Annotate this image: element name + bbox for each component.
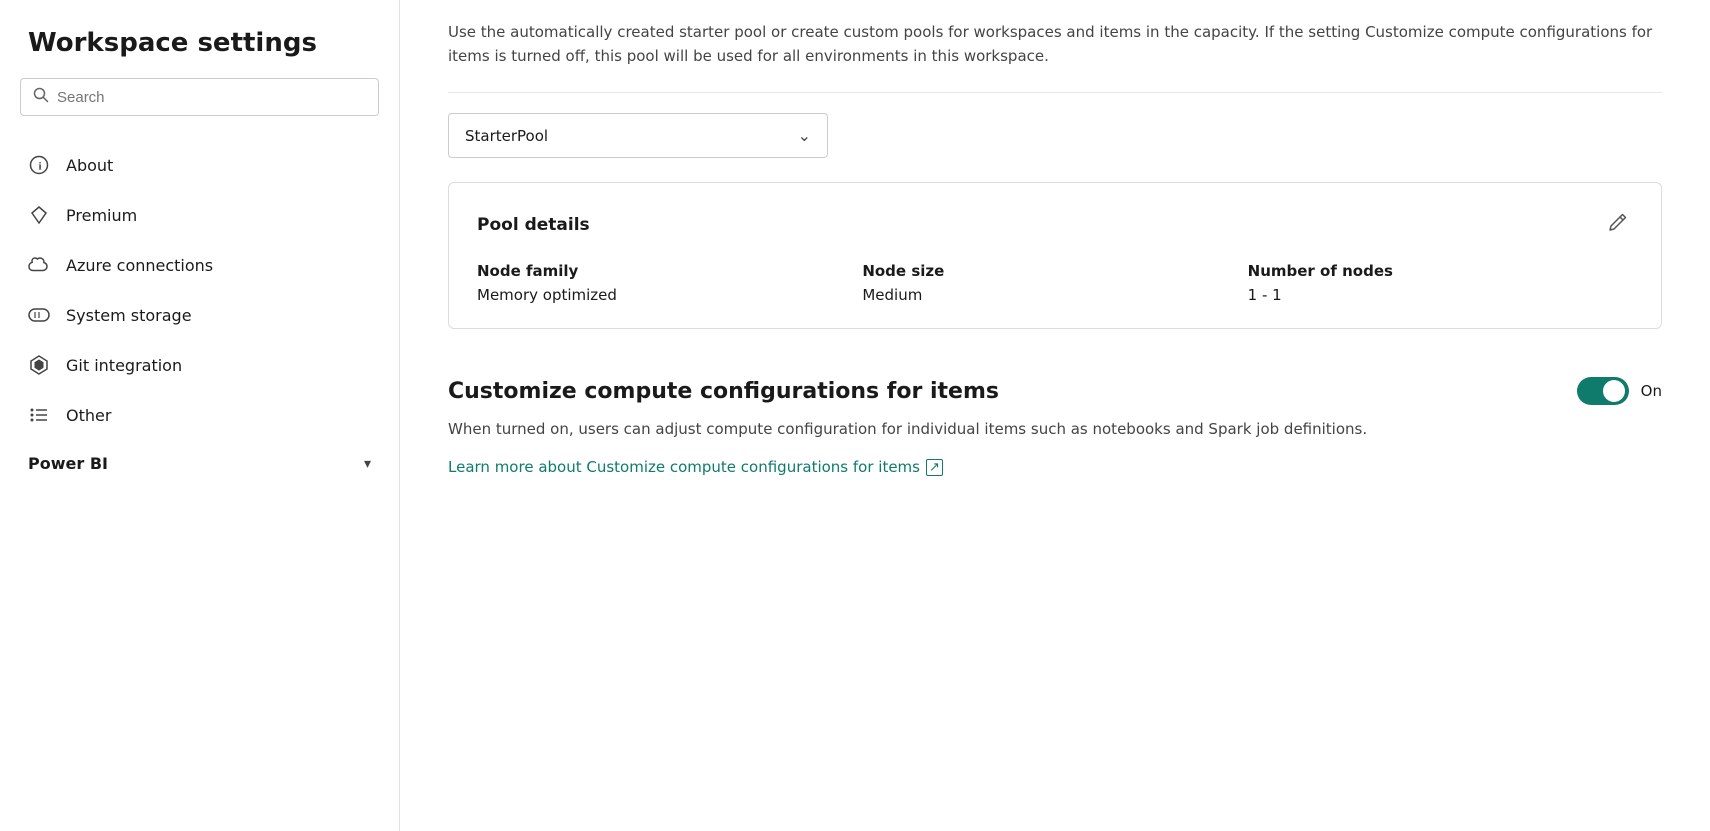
pool-dropdown-chevron-icon: ⌄ [798, 126, 811, 145]
sidebar-item-azure-connections[interactable]: Azure connections [0, 240, 399, 290]
toggle-switch[interactable] [1577, 377, 1629, 405]
pool-detail-node-family: Node family Memory optimized [477, 262, 862, 304]
sidebar-item-other[interactable]: Other [0, 390, 399, 440]
storage-icon [28, 304, 50, 326]
pool-detail-number-of-nodes: Number of nodes 1 - 1 [1248, 262, 1633, 304]
pool-detail-node-family-label: Node family [477, 262, 862, 280]
other-icon [28, 404, 50, 426]
external-link-icon: ↗ [926, 459, 943, 476]
svg-text:i: i [39, 161, 42, 173]
pool-selector-row: StarterPool ⌄ [448, 113, 1662, 158]
pool-detail-node-family-value: Memory optimized [477, 286, 862, 304]
customize-description: When turned on, users can adjust compute… [448, 417, 1662, 441]
search-box[interactable] [20, 78, 379, 116]
git-icon [28, 354, 50, 376]
sidebar-item-git-integration-label: Git integration [66, 356, 182, 375]
pool-detail-node-size-label: Node size [862, 262, 1247, 280]
sidebar-item-system-storage-label: System storage [66, 306, 192, 325]
pool-detail-node-size: Node size Medium [862, 262, 1247, 304]
learn-more-link[interactable]: Learn more about Customize compute confi… [448, 458, 943, 476]
toggle-row: On [1577, 377, 1662, 405]
sidebar: Workspace settings i About [0, 0, 400, 831]
search-input[interactable] [57, 89, 366, 106]
customize-title: Customize compute configurations for ite… [448, 379, 999, 404]
chevron-down-icon: ▾ [364, 456, 371, 472]
sidebar-item-about[interactable]: i About [0, 140, 399, 190]
sidebar-item-azure-connections-label: Azure connections [66, 256, 213, 275]
info-icon: i [28, 154, 50, 176]
customize-section: Customize compute configurations for ite… [448, 369, 1662, 476]
sidebar-item-system-storage[interactable]: System storage [0, 290, 399, 340]
pool-details-header: Pool details [477, 207, 1633, 242]
sidebar-group-powerbi-label: Power BI [28, 454, 108, 473]
edit-icon[interactable] [1603, 207, 1633, 242]
pool-detail-node-size-value: Medium [862, 286, 1247, 304]
search-container [0, 78, 399, 132]
main-content: Use the automatically created starter po… [400, 0, 1710, 831]
pool-details-title: Pool details [477, 215, 590, 235]
pool-details-grid: Node family Memory optimized Node size M… [477, 262, 1633, 304]
sidebar-item-about-label: About [66, 156, 113, 175]
cloud-icon [28, 254, 50, 276]
pool-dropdown[interactable]: StarterPool ⌄ [448, 113, 828, 158]
page-title: Workspace settings [0, 0, 399, 78]
toggle-label: On [1641, 382, 1662, 400]
pool-dropdown-value: StarterPool [465, 127, 548, 145]
learn-more-text: Learn more about Customize compute confi… [448, 458, 920, 476]
pool-details-card: Pool details Node family Memory optimize… [448, 182, 1662, 329]
toggle-slider [1577, 377, 1629, 405]
sidebar-group-powerbi-header[interactable]: Power BI ▾ [28, 454, 371, 473]
sidebar-item-premium-label: Premium [66, 206, 137, 225]
sidebar-nav: i About Premium Azure connections [0, 132, 399, 495]
sidebar-item-premium[interactable]: Premium [0, 190, 399, 240]
sidebar-item-other-label: Other [66, 406, 111, 425]
search-icon [33, 87, 49, 107]
diamond-icon [28, 204, 50, 226]
description-text: Use the automatically created starter po… [448, 0, 1662, 93]
customize-header-row: Customize compute configurations for ite… [448, 377, 1662, 405]
sidebar-group-powerbi[interactable]: Power BI ▾ [0, 440, 399, 487]
pool-detail-number-of-nodes-label: Number of nodes [1248, 262, 1633, 280]
sidebar-item-git-integration[interactable]: Git integration [0, 340, 399, 390]
pool-detail-number-of-nodes-value: 1 - 1 [1248, 286, 1633, 304]
